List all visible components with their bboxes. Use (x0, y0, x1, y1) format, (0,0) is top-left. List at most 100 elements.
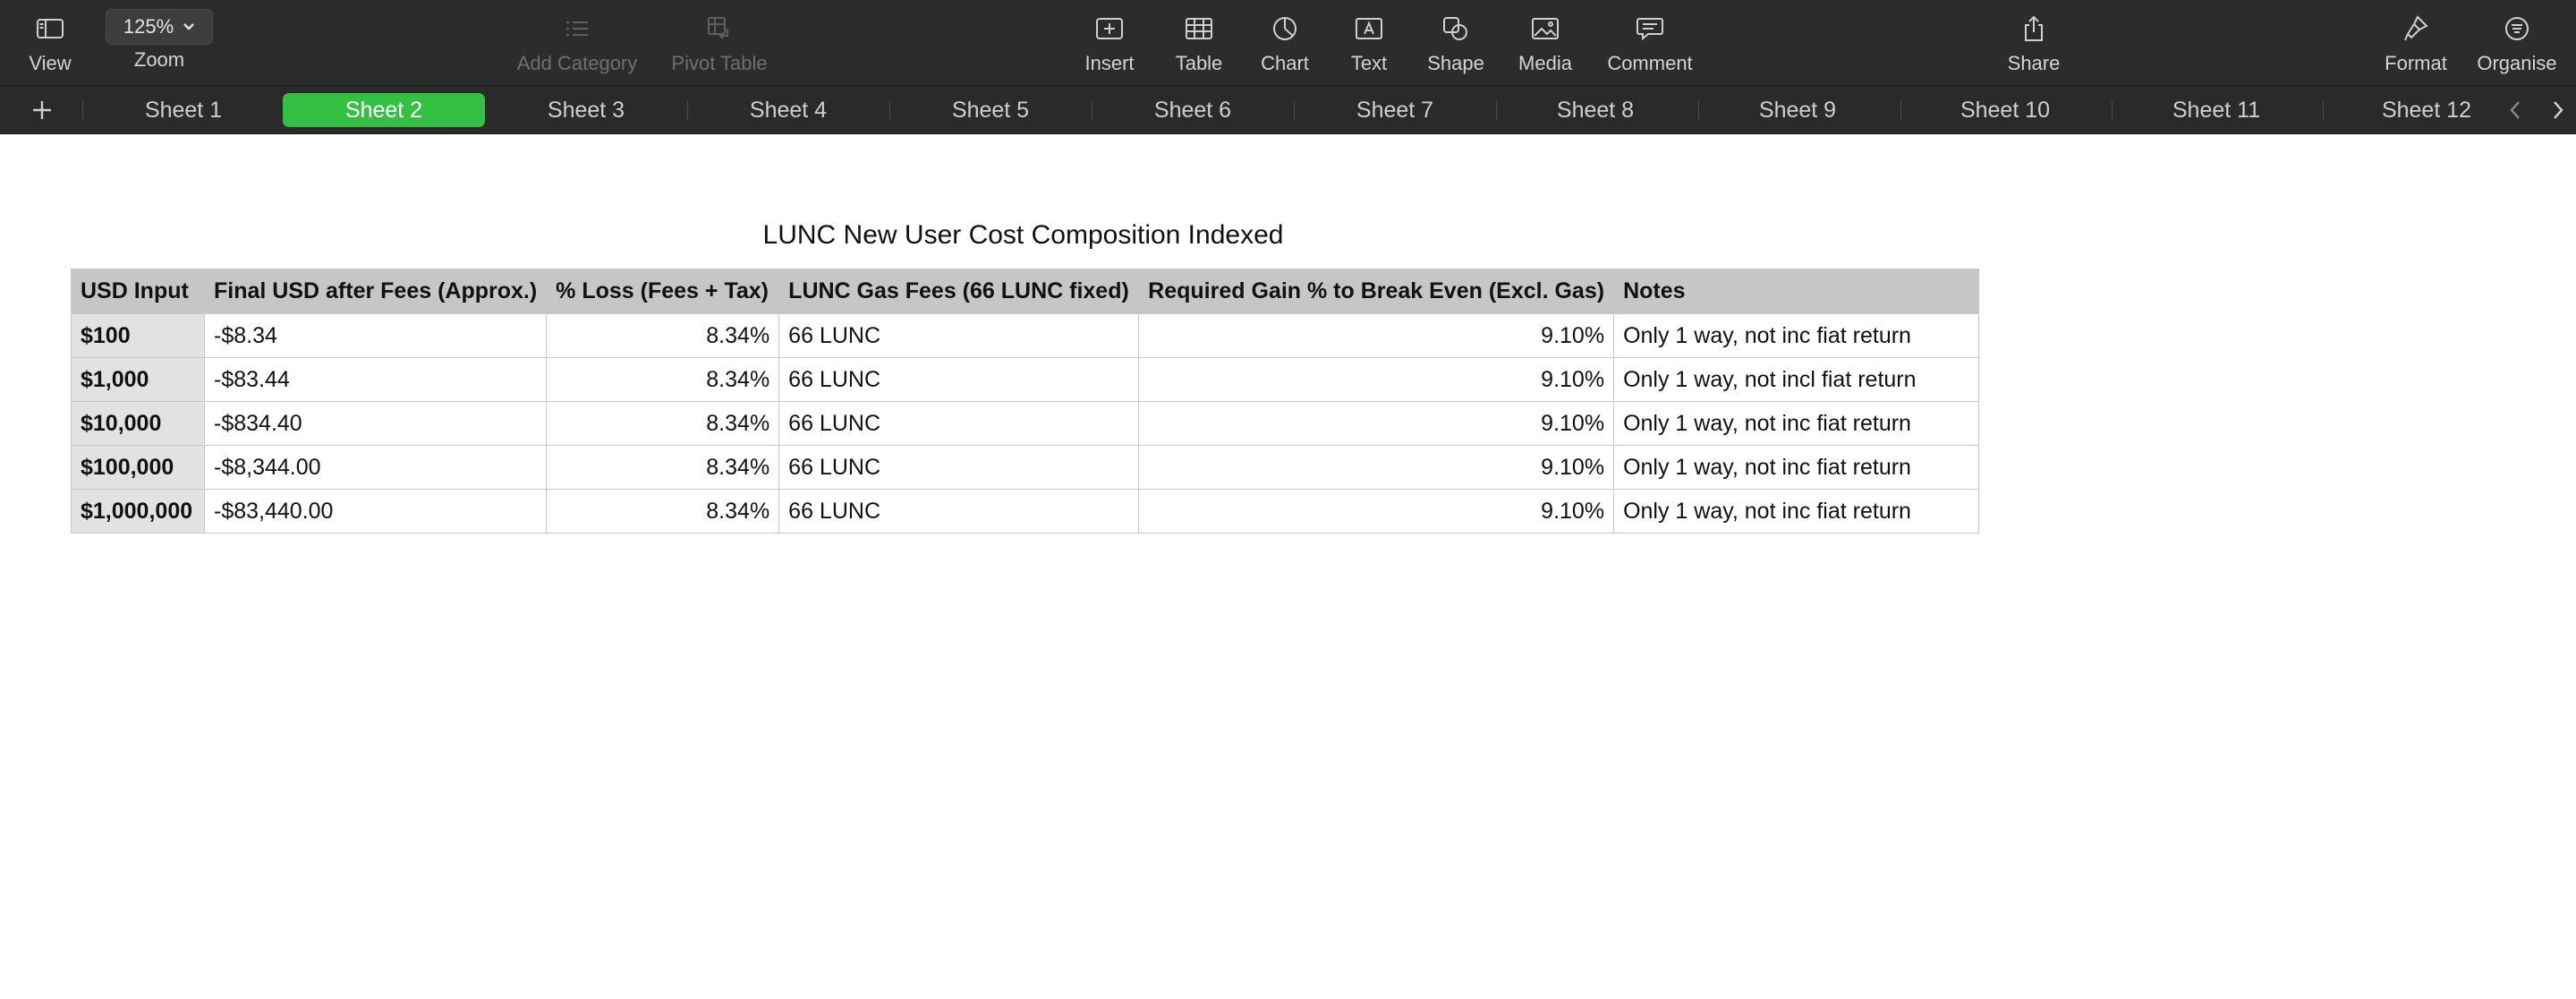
tab-sheet-4[interactable]: Sheet 4 (687, 93, 889, 127)
zoom-value: 125% (123, 15, 174, 38)
media-button[interactable]: Media (1509, 0, 1582, 85)
pivot-table-label: Pivot Table (671, 52, 768, 74)
table-cell[interactable]: 9.10% (1138, 401, 1615, 446)
tab-sheet-9[interactable]: Sheet 9 (1696, 93, 1899, 127)
tab-sheet-5[interactable]: Sheet 5 (889, 93, 1092, 127)
table-row: $100,000 -$8,344.00 8.34% 66 LUNC 9.10% … (71, 445, 1980, 490)
tab-divider (2323, 100, 2324, 120)
tab-divider (2112, 100, 2113, 120)
table-cell[interactable]: Only 1 way, not inc fiat return (1613, 401, 1980, 446)
table-cell[interactable]: Only 1 way, not inc fiat return (1613, 313, 1980, 358)
tab-sheet-8[interactable]: Sheet 8 (1494, 93, 1696, 127)
table-cell[interactable]: 9.10% (1138, 489, 1615, 534)
list-icon (564, 13, 591, 45)
header-cell-required-gain[interactable]: Required Gain % to Break Even (Excl. Gas… (1138, 269, 1615, 314)
view-button[interactable]: View (18, 0, 82, 85)
add-sheet-button[interactable] (21, 93, 63, 127)
organise-button[interactable]: Organise (2470, 0, 2564, 85)
plus-icon (33, 101, 51, 119)
insert-icon (1095, 13, 1124, 45)
text-label: Text (1350, 52, 1388, 74)
format-button[interactable]: Format (2376, 0, 2455, 85)
zoom-control[interactable]: 125% Zoom (106, 0, 213, 85)
pivot-table-button[interactable]: Pivot Table (664, 0, 775, 85)
chart-button[interactable]: Chart (1249, 0, 1321, 85)
table-icon (1185, 13, 1213, 45)
table-cell[interactable]: $100,000 (71, 445, 205, 490)
insert-label: Insert (1084, 52, 1135, 74)
sheet-tab-bar: Sheet 1 Sheet 2 Sheet 3 Sheet 4 Sheet 5 … (0, 85, 2576, 134)
view-label: View (29, 52, 72, 74)
paintbrush-icon (2402, 13, 2429, 45)
pie-chart-icon (1271, 13, 1298, 45)
table-row: $1,000 -$83.44 8.34% 66 LUNC 9.10% Only … (71, 357, 1980, 402)
shape-icon (1441, 13, 1470, 45)
text-button[interactable]: Text (1333, 0, 1405, 85)
tab-sheet-6[interactable]: Sheet 6 (1092, 93, 1294, 127)
table-cell[interactable]: 66 LUNC (778, 357, 1140, 402)
organise-icon (2504, 13, 2530, 45)
tab-sheet-12[interactable]: Sheet 12 (2325, 93, 2529, 127)
text-box-icon (1355, 13, 1383, 45)
table-label: Table (1175, 52, 1223, 74)
header-cell-gas-fees[interactable]: LUNC Gas Fees (66 LUNC fixed) (778, 269, 1140, 314)
scroll-tabs-left-button[interactable] (2502, 93, 2529, 127)
table-cell[interactable]: Only 1 way, not inc fiat return (1613, 445, 1980, 490)
header-cell-loss[interactable]: % Loss (Fees + Tax) (546, 269, 780, 314)
header-cell-notes[interactable]: Notes (1613, 269, 1980, 314)
table-title[interactable]: LUNC New User Cost Composition Indexed (71, 220, 1976, 256)
table-cell[interactable]: -$8,344.00 (203, 445, 548, 490)
table-cell[interactable]: 8.34% (546, 313, 780, 358)
table-cell[interactable]: 8.34% (546, 445, 780, 490)
header-cell-final-usd[interactable]: Final USD after Fees (Approx.) (203, 269, 548, 314)
table-cell[interactable]: 9.10% (1138, 445, 1615, 490)
table-cell[interactable]: Only 1 way, not inc fiat return (1613, 489, 1980, 534)
table-cell[interactable]: -$83,440.00 (203, 489, 548, 534)
table-cell[interactable]: $1,000,000 (71, 489, 205, 534)
share-label: Share (2007, 52, 2061, 74)
table-cell[interactable]: 9.10% (1138, 357, 1615, 402)
tab-sheet-7[interactable]: Sheet 7 (1294, 93, 1496, 127)
shape-button[interactable]: Shape (1419, 0, 1492, 85)
table-cell[interactable]: 8.34% (546, 357, 780, 402)
zoom-label: Zoom (133, 48, 185, 71)
tab-sheet-2[interactable]: Sheet 2 (283, 93, 485, 127)
table-cell[interactable]: $10,000 (71, 401, 205, 446)
table-cell[interactable]: 66 LUNC (778, 489, 1140, 534)
table-cell[interactable]: $1,000 (71, 357, 205, 402)
table-cell[interactable]: -$8.34 (203, 313, 548, 358)
media-label: Media (1518, 52, 1572, 74)
tab-sheet-3[interactable]: Sheet 3 (485, 93, 687, 127)
table-cell[interactable]: Only 1 way, not incl fiat return (1613, 357, 1980, 402)
table-cell[interactable]: 9.10% (1138, 313, 1615, 358)
header-cell-usd-input[interactable]: USD Input (71, 269, 205, 314)
format-label: Format (2385, 52, 2447, 74)
table-cell[interactable]: 66 LUNC (778, 401, 1140, 446)
sidebar-icon (36, 13, 64, 45)
data-table[interactable]: USD Input Final USD after Fees (Approx.)… (71, 269, 1980, 534)
table-cell[interactable]: 66 LUNC (778, 445, 1140, 490)
add-category-button[interactable]: Add Category (510, 0, 644, 85)
table-button[interactable]: Table (1163, 0, 1235, 85)
comment-icon (1636, 13, 1664, 45)
scroll-tabs-right-button[interactable] (2545, 93, 2572, 127)
table-cell[interactable]: 8.34% (546, 401, 780, 446)
tab-sheet-11[interactable]: Sheet 11 (2115, 93, 2317, 127)
chevron-down-icon (183, 23, 194, 30)
table-cell[interactable]: 8.34% (546, 489, 780, 534)
pivot-table-icon (706, 13, 733, 45)
table-cell[interactable]: $100 (71, 313, 205, 358)
comment-label: Comment (1607, 52, 1693, 74)
table-cell[interactable]: -$834.40 (203, 401, 548, 446)
tab-sheet-10[interactable]: Sheet 10 (1904, 93, 2106, 127)
photo-icon (1531, 13, 1560, 45)
table-cell[interactable]: 66 LUNC (778, 313, 1140, 358)
insert-button[interactable]: Insert (1074, 0, 1145, 85)
comment-button[interactable]: Comment (1600, 0, 1700, 85)
table-row: $10,000 -$834.40 8.34% 66 LUNC 9.10% Onl… (71, 401, 1980, 446)
table-cell[interactable]: -$83.44 (203, 357, 548, 402)
zoom-select[interactable]: 125% (106, 9, 213, 45)
tab-sheet-1[interactable]: Sheet 1 (82, 93, 285, 127)
share-button[interactable]: Share (1995, 0, 2072, 85)
table-row: $1,000,000 -$83,440.00 8.34% 66 LUNC 9.1… (71, 489, 1980, 534)
